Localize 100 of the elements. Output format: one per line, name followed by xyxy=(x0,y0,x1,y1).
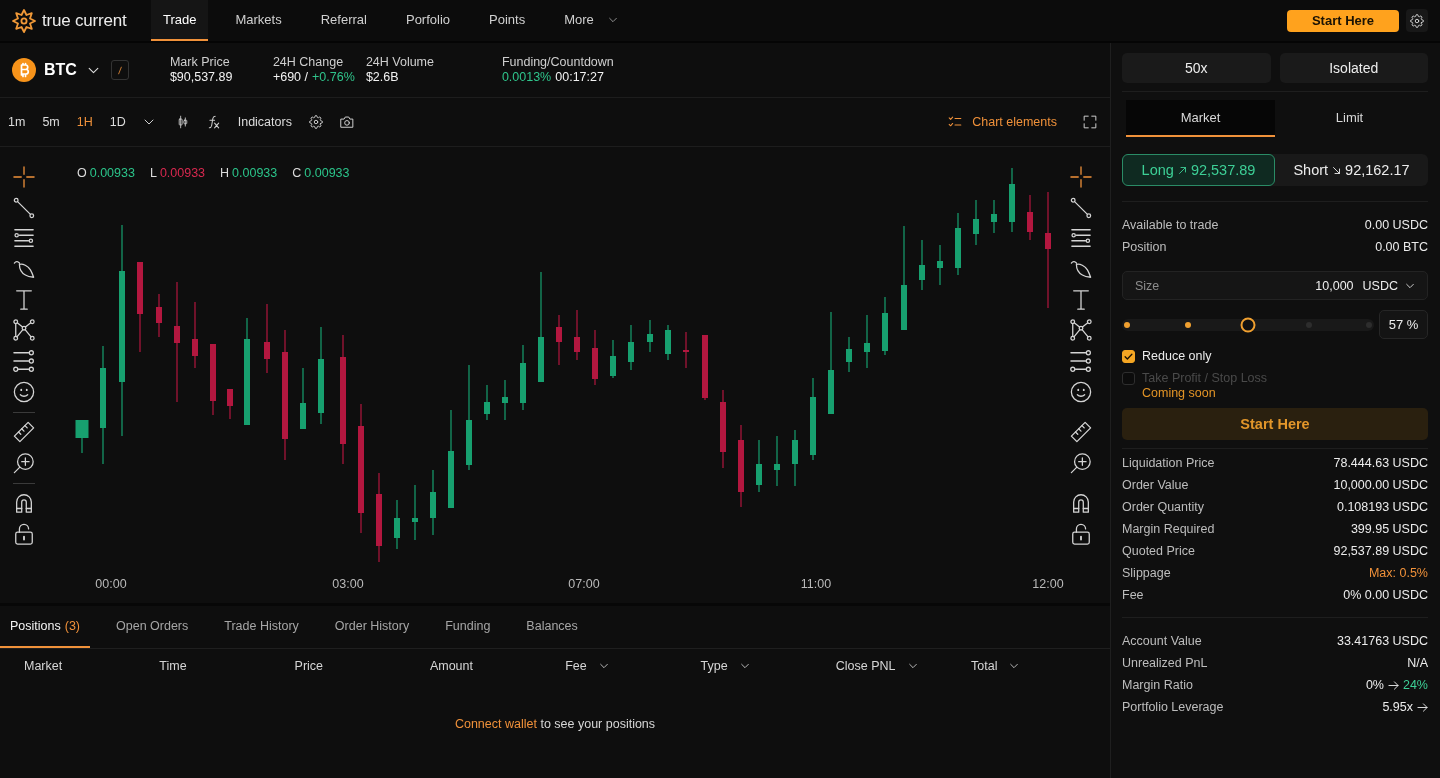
column-header[interactable]: Fee xyxy=(565,659,609,673)
stat-label: 24H Volume xyxy=(365,55,435,70)
order-type-tab[interactable]: Market xyxy=(1126,100,1275,137)
dot-icon xyxy=(1366,321,1372,328)
settings-icon[interactable] xyxy=(308,115,323,129)
pattern-icon[interactable] xyxy=(1070,319,1092,342)
short-button[interactable]: Short 92,162.17 xyxy=(1275,154,1428,186)
smiley-icon[interactable] xyxy=(13,380,35,403)
stat-value: +0.76% xyxy=(312,70,355,85)
nav-tab[interactable]: Trade xyxy=(151,0,209,41)
checkbox-label: Reduce only xyxy=(1142,349,1212,363)
interval-tab[interactable]: 1H xyxy=(76,115,93,129)
info-label: Slippage xyxy=(1122,566,1171,580)
settings-button[interactable] xyxy=(1406,9,1428,32)
ruler-icon[interactable] xyxy=(13,421,35,444)
column-header[interactable]: Close PNL xyxy=(835,659,918,673)
leverage-button[interactable]: 50x xyxy=(1122,53,1271,83)
pattern-icon[interactable] xyxy=(13,319,35,342)
positions-tab[interactable]: Balances xyxy=(516,606,588,648)
camera-icon[interactable] xyxy=(339,115,354,129)
logo-icon xyxy=(12,8,36,33)
slider-track[interactable] xyxy=(1122,318,1374,331)
stat-label: Funding/Countdown xyxy=(501,55,614,70)
long-button[interactable]: Long 92,537.89 xyxy=(1122,154,1275,186)
dot-icon xyxy=(1124,321,1130,328)
positions-tab[interactable]: Trade History xyxy=(214,606,309,648)
order-type-tab[interactable]: Limit xyxy=(1275,100,1424,137)
ruler-icon[interactable] xyxy=(1070,421,1092,444)
nav-tab[interactable]: Porfolio xyxy=(393,0,463,41)
chart-elements-button[interactable]: Chart elements xyxy=(948,115,1057,129)
horizontal-lines-icon[interactable] xyxy=(13,227,35,250)
field-value: 10,000 xyxy=(1315,278,1354,293)
zoom-in-icon[interactable] xyxy=(13,451,35,474)
info-label: Margin Required xyxy=(1122,522,1215,536)
text-tool-icon[interactable] xyxy=(13,288,35,311)
nav-tab[interactable]: Points xyxy=(477,0,538,41)
parallel-lines-icon[interactable] xyxy=(1070,350,1092,373)
arrow-down-right-icon xyxy=(1332,165,1342,175)
column-header[interactable]: Type xyxy=(700,659,750,673)
nav-tab[interactable]: Referral xyxy=(308,0,379,41)
zoom-in-icon[interactable] xyxy=(1070,451,1092,474)
smiley-icon[interactable] xyxy=(1070,380,1092,403)
percent-field[interactable]: 57 % xyxy=(1379,310,1428,339)
text-tool-icon[interactable] xyxy=(1070,288,1092,311)
symbol-dropdown[interactable]: BTC xyxy=(44,61,100,79)
info-label: Portfolio Leverage xyxy=(1122,700,1224,714)
info-value: 0% xyxy=(1365,678,1384,692)
info-value: 0.00 BTC xyxy=(1375,240,1428,254)
crosshair-icon[interactable] xyxy=(13,166,35,188)
indicators-button[interactable]: Indicators xyxy=(237,115,292,129)
stat-value: $2.6B xyxy=(365,70,399,85)
info-value: 78.444.63 USDC xyxy=(1333,456,1428,470)
magnet-icon[interactable] xyxy=(13,492,35,515)
column-header: Time xyxy=(159,659,187,673)
dot-icon xyxy=(1184,321,1191,328)
interval-tab[interactable]: 1D xyxy=(109,115,126,129)
info-value: N/A xyxy=(1407,656,1428,670)
magnet-icon[interactable] xyxy=(1070,492,1092,515)
lock-icon[interactable] xyxy=(1070,522,1092,545)
stat-value: 0.0013% xyxy=(501,70,552,85)
interval-tab[interactable]: 1m xyxy=(8,115,26,129)
start-here-button[interactable]: Start Here xyxy=(1287,9,1399,32)
info-value: 5.95x xyxy=(1382,700,1413,714)
line-tool-icon[interactable] xyxy=(1070,196,1092,219)
column-header: Price xyxy=(294,659,324,673)
brush-icon[interactable] xyxy=(13,258,35,281)
horizontal-lines-icon[interactable] xyxy=(1070,227,1092,250)
slider-thumb[interactable] xyxy=(1240,317,1256,332)
brush-icon[interactable] xyxy=(1070,258,1092,281)
info-value: 0.108193 USDC xyxy=(1336,500,1428,514)
unit-dropdown[interactable]: USDC xyxy=(1362,278,1415,293)
size-field[interactable]: Size 10,000 USDC xyxy=(1122,271,1428,300)
info-label: Position xyxy=(1122,240,1167,254)
positions-tab[interactable]: Order History xyxy=(324,606,420,648)
field-label: Size xyxy=(1135,278,1161,293)
slash-icon xyxy=(115,64,124,76)
parallel-lines-icon[interactable] xyxy=(13,350,35,373)
checkbox-label: Take Profit / Stop Loss xyxy=(1142,371,1268,385)
margin-mode-button[interactable]: Isolated xyxy=(1279,53,1428,83)
info-value: 24% xyxy=(1402,678,1428,692)
info-value: 33.41763 USDC xyxy=(1336,634,1428,648)
column-header[interactable]: Total xyxy=(971,659,1020,673)
positions-tab[interactable]: Positions (3) xyxy=(0,606,90,648)
crosshair-icon[interactable] xyxy=(1070,166,1092,188)
info-label: Order Quantity xyxy=(1122,500,1204,514)
fullscreen-icon[interactable] xyxy=(1083,115,1097,129)
connect-wallet-link[interactable]: Connect wallet xyxy=(454,717,537,731)
info-value: 0.00 USDC xyxy=(1364,218,1428,232)
positions-tab[interactable]: Open Orders xyxy=(106,606,199,648)
function-icon[interactable] xyxy=(206,115,221,129)
info-label: Available to trade xyxy=(1122,218,1219,232)
line-tool-icon[interactable] xyxy=(13,196,35,219)
nav-tab[interactable]: More xyxy=(552,0,630,41)
checkbox[interactable] xyxy=(1122,349,1135,363)
settings-icon xyxy=(1410,13,1424,28)
lock-icon[interactable] xyxy=(13,522,35,545)
positions-tab[interactable]: Funding xyxy=(435,606,501,648)
nav-tab[interactable]: Markets xyxy=(223,0,294,41)
interval-tab[interactable]: 5m xyxy=(42,115,60,129)
logo-text: true current xyxy=(42,10,127,31)
